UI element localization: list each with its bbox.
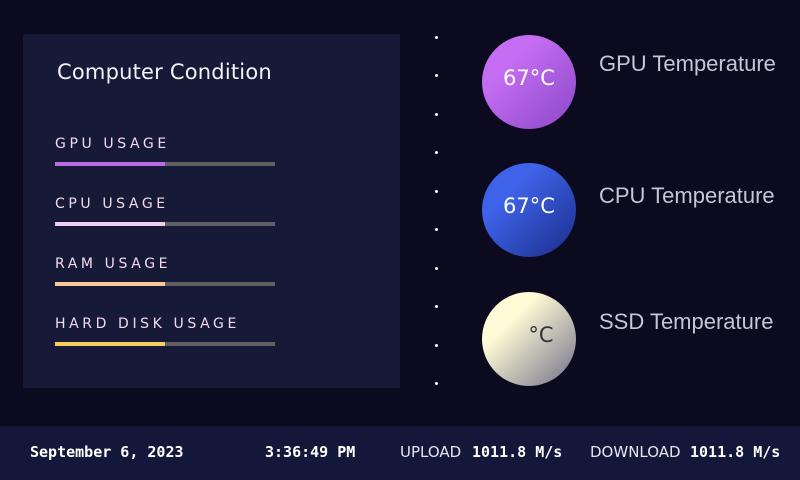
divider-dot [435, 74, 438, 77]
cpu-usage-metric: CPU USAGE [55, 196, 275, 226]
status-footer: September 6, 2023 3:36:49 PM UPLOAD 1011… [0, 426, 800, 480]
gpu-temperature-orb: 67°C [482, 35, 576, 129]
ssd-temperature-row: °C SSD Temperature [482, 292, 782, 388]
gpu-usage-bar-fill [55, 162, 165, 166]
ssd-temperature-label: SSD Temperature [599, 309, 774, 334]
hard-disk-usage-bar-fill [55, 342, 165, 346]
dashboard: Computer Condition GPU USAGE CPU USAGE R… [0, 0, 800, 480]
divider-dot [435, 228, 438, 231]
gpu-usage-label: GPU USAGE [55, 136, 170, 152]
panel-title: Computer Condition [57, 60, 272, 84]
cpu-temperature-orb: 67°C [482, 163, 576, 257]
ram-usage-label: RAM USAGE [55, 256, 172, 272]
divider-dot [435, 36, 438, 39]
cpu-usage-bar [55, 222, 275, 226]
hard-disk-usage-bar [55, 342, 275, 346]
computer-condition-panel: Computer Condition GPU USAGE CPU USAGE R… [23, 34, 400, 388]
ssd-temperature-orb: °C [482, 292, 576, 386]
upload-label: UPLOAD [400, 443, 462, 461]
cpu-temperature-value: 67°C [503, 194, 555, 218]
download-label: DOWNLOAD [590, 443, 681, 461]
time-display: 3:36:49 PM [265, 443, 356, 461]
upload-value: 1011.8 M/s [472, 443, 563, 461]
hard-disk-usage-metric: HARD DISK USAGE [55, 316, 275, 346]
divider-dot [435, 267, 438, 270]
date-display: September 6, 2023 [30, 443, 184, 461]
ssd-temperature-value: °C [528, 323, 554, 347]
hard-disk-usage-label: HARD DISK USAGE [55, 316, 240, 332]
gpu-usage-metric: GPU USAGE [55, 136, 275, 166]
divider-dot [435, 305, 438, 308]
cpu-temperature-label: CPU Temperature [599, 183, 775, 208]
gpu-temperature-label: GPU Temperature [599, 51, 776, 76]
ram-usage-bar [55, 282, 275, 286]
divider-dot [435, 190, 438, 193]
divider-dot [435, 382, 438, 385]
gpu-temperature-value: 67°C [503, 66, 555, 90]
divider-dot [435, 151, 438, 154]
ram-usage-metric: RAM USAGE [55, 256, 275, 286]
gpu-usage-bar [55, 162, 275, 166]
divider-dot [435, 113, 438, 116]
gpu-temperature-row: 67°C GPU Temperature [482, 35, 782, 131]
ram-usage-bar-fill [55, 282, 165, 286]
download-value: 1011.8 M/s [690, 443, 781, 461]
dotted-divider [435, 34, 439, 388]
divider-dot [435, 344, 438, 347]
cpu-usage-label: CPU USAGE [55, 196, 169, 212]
cpu-usage-bar-fill [55, 222, 165, 226]
cpu-temperature-row: 67°C CPU Temperature [482, 163, 782, 259]
